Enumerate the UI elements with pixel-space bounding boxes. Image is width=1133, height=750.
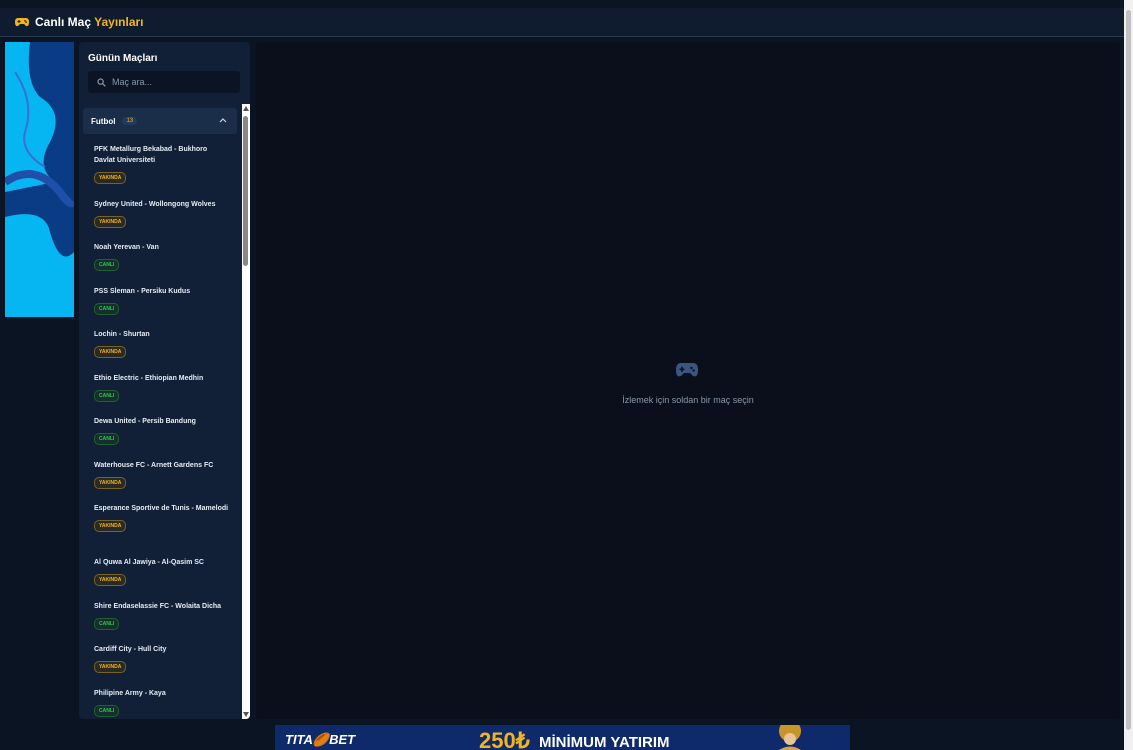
- match-title: Dewa United - Persib Bandung: [94, 418, 196, 425]
- page-title: Canlı Maç Yayınları: [35, 15, 144, 29]
- status-badge: YAKINDA: [94, 520, 127, 532]
- match-title: Ethio Electric - Ethiopian Medhin: [94, 375, 204, 382]
- match-list: Futbol 13 PFK Metallurg Bekabad - Bukhor…: [79, 104, 250, 719]
- match-title: Esperance Sportive de Tunis - Mamelodi: [94, 505, 229, 512]
- match-item[interactable]: Ethio Electric - Ethiopian Medhin CANLI: [94, 373, 230, 402]
- match-item[interactable]: Shire Endaselassie FC - Wolaita Dicha CA…: [94, 601, 230, 630]
- match-item[interactable]: Esperance Sportive de Tunis - Mamelodi Y…: [94, 503, 230, 532]
- banner-brand-logo: TITA🏉BET: [285, 732, 356, 747]
- match-title: PSS Sleman - Persiku Kudus: [94, 288, 191, 295]
- match-item[interactable]: PSS Sleman - Persiku Kudus CANLI: [94, 286, 230, 315]
- match-item[interactable]: Cardiff City - Hull City YAKINDA: [94, 644, 230, 673]
- status-badge: YAKINDA: [94, 172, 127, 184]
- status-badge: YAKINDA: [94, 216, 127, 228]
- top-strip: [0, 0, 1124, 8]
- match-title: Philipine Army - Kaya: [94, 690, 166, 697]
- page-scrollbar-thumb[interactable]: [1126, 10, 1131, 730]
- title-accent: Yayınları: [94, 15, 144, 29]
- match-item[interactable]: Waterhouse FC - Arnett Gardens FC YAKIND…: [94, 460, 230, 489]
- scroll-down-arrow-icon[interactable]: [243, 712, 249, 717]
- app-header: Canlı Maç Yayınları: [0, 8, 1124, 37]
- sidebar-title: Günün Maçları: [88, 53, 158, 64]
- match-title: PFK Metallurg Bekabad - Bukhoro Davlat U…: [94, 146, 208, 164]
- category-header-football[interactable]: Futbol 13: [83, 108, 237, 134]
- list-scrollbar-thumb[interactable]: [243, 116, 248, 266]
- page-scrollbar[interactable]: [1124, 0, 1133, 750]
- status-badge: CANLI: [94, 390, 120, 402]
- category-count-badge: 13: [122, 117, 138, 125]
- match-item[interactable]: Al Quwa Al Jawiya - Al-Qasim SC YAKINDA: [94, 557, 230, 586]
- status-badge: CANLI: [94, 705, 120, 717]
- match-title: Noah Yerevan - Van: [94, 244, 159, 251]
- match-item[interactable]: PFK Metallurg Bekabad - Bukhoro Davlat U…: [94, 144, 230, 184]
- match-title: Waterhouse FC - Arnett Gardens FC: [94, 462, 214, 469]
- category-name: Futbol: [91, 116, 116, 126]
- banner-figure-image: [779, 725, 801, 750]
- page: Canlı Maç Yayınları Günün Maçları Maç ar…: [0, 0, 1133, 750]
- match-item[interactable]: Lochin - Shurtan YAKINDA: [94, 329, 230, 358]
- search-input[interactable]: [112, 77, 232, 87]
- match-item[interactable]: Philipine Army - Kaya CANLI: [94, 688, 230, 717]
- match-title: Cardiff City - Hull City: [94, 646, 167, 653]
- gamepad-icon: [676, 363, 698, 377]
- empty-state-text: İzlemek için soldan bir maç seçin: [622, 395, 754, 405]
- gamepad-icon: [15, 17, 29, 27]
- match-title: Al Quwa Al Jawiya - Al-Qasim SC: [94, 559, 204, 566]
- match-item[interactable]: Dewa United - Persib Bandung CANLI: [94, 416, 230, 445]
- status-badge: YAKINDA: [94, 477, 127, 489]
- status-badge: YAKINDA: [94, 661, 127, 673]
- status-badge: CANLI: [94, 433, 120, 445]
- scroll-up-arrow-icon[interactable]: [243, 106, 249, 111]
- match-item[interactable]: Sydney United - Wollongong Wolves YAKIND…: [94, 199, 230, 228]
- video-player-area[interactable]: İzlemek için soldan bir maç seçin: [256, 42, 1120, 719]
- status-badge: CANLI: [94, 618, 120, 630]
- chevron-up-icon[interactable]: [219, 117, 227, 123]
- status-badge: YAKINDA: [94, 346, 127, 358]
- banner-amount: 250₺: [479, 728, 530, 750]
- matches-sidebar: Günün Maçları Futbol 13: [79, 42, 250, 719]
- match-item[interactable]: Noah Yerevan - Van CANLI: [94, 242, 230, 271]
- bottom-ad-banner[interactable]: TITA🏉BET 250₺ MİNİMUM YATIRIM: [275, 725, 850, 750]
- left-ad-banner[interactable]: [5, 42, 74, 317]
- search-box[interactable]: [88, 71, 240, 93]
- banner-offer-text: MİNİMUM YATIRIM: [539, 734, 670, 750]
- status-badge: CANLI: [94, 303, 120, 315]
- search-icon: [97, 77, 106, 87]
- match-title: Shire Endaselassie FC - Wolaita Dicha: [94, 603, 222, 610]
- match-title: Sydney United - Wollongong Wolves: [94, 201, 216, 208]
- status-badge: CANLI: [94, 259, 120, 271]
- list-scrollbar[interactable]: [242, 104, 250, 719]
- title-main: Canlı Maç: [35, 15, 92, 29]
- match-title: Lochin - Shurtan: [94, 331, 150, 338]
- status-badge: YAKINDA: [94, 574, 127, 586]
